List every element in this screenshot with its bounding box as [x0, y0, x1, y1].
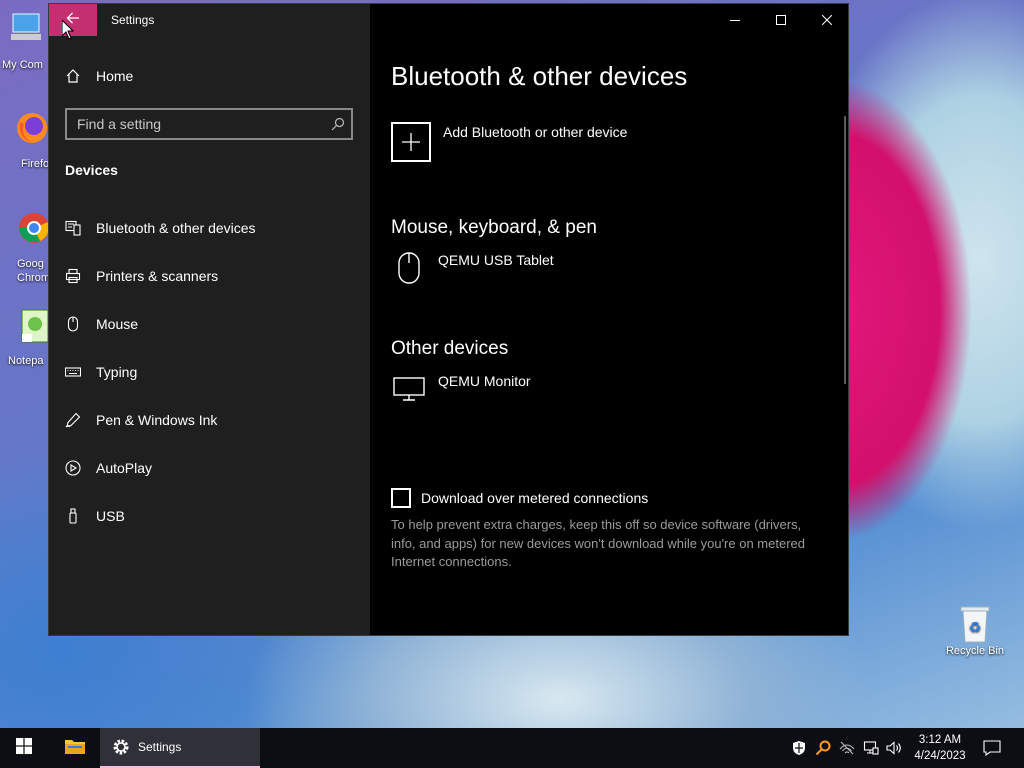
sidebar-item-label: AutoPlay	[96, 460, 153, 476]
sidebar-item-label: USB	[96, 508, 125, 524]
network-icon[interactable]	[862, 739, 880, 757]
recycle-bin-icon: ♻	[955, 602, 995, 643]
windows-logo-icon	[16, 737, 32, 759]
sidebar-home-label: Home	[96, 68, 134, 84]
section-title-other-devices: Other devices	[391, 338, 509, 359]
chrome-icon	[10, 208, 50, 248]
action-center-icon[interactable]	[982, 739, 1002, 757]
metered-checkbox-label: Download over metered connections	[421, 490, 649, 506]
desktop-icon-label: Recycle Bin	[945, 645, 1005, 657]
pen-icon	[65, 412, 81, 428]
mouse-icon	[65, 316, 81, 332]
add-device-button[interactable]: Add Bluetooth or other device	[391, 122, 627, 162]
bluetooth-devices-icon	[65, 220, 81, 236]
sidebar-item-usb[interactable]: USB	[65, 508, 125, 524]
printer-icon	[65, 268, 81, 284]
sidebar-item-printers[interactable]: Printers & scanners	[65, 268, 218, 284]
usb-icon	[65, 508, 81, 524]
taskbar-settings-label: Settings	[138, 740, 182, 754]
sidebar-item-pen[interactable]: Pen & Windows Ink	[65, 412, 217, 428]
search-icon[interactable]	[325, 117, 351, 131]
sidebar-item-home[interactable]: Home	[65, 68, 133, 84]
add-device-label: Add Bluetooth or other device	[443, 124, 628, 140]
taskbar-clock[interactable]: 3:12 AM 4/24/2023	[908, 732, 972, 764]
scrollbar[interactable]	[844, 116, 846, 384]
device-name: QEMU USB Tablet	[438, 252, 554, 268]
firefox-icon	[10, 108, 50, 148]
notepad-icon	[10, 306, 50, 346]
desktop-icon-label: Goog Chrom	[17, 258, 51, 284]
home-icon	[65, 68, 81, 84]
desktop-icon-label: Firefo	[21, 158, 50, 170]
device-name: QEMU Monitor	[438, 373, 531, 389]
sidebar-item-label: Printers & scanners	[96, 268, 219, 284]
metered-checkbox[interactable]	[391, 488, 411, 508]
metered-connection-option[interactable]: Download over metered connections	[391, 488, 648, 508]
sidebar-item-mouse[interactable]: Mouse	[65, 316, 138, 332]
window-title: Settings	[111, 13, 155, 27]
security-shield-icon[interactable]	[790, 739, 808, 757]
sidebar-item-label: Pen & Windows Ink	[96, 412, 218, 428]
device-item-qemu-monitor[interactable]: QEMU Monitor	[391, 372, 531, 408]
sidebar-item-label: Mouse	[96, 316, 139, 332]
start-button[interactable]	[0, 728, 48, 768]
section-title-mouse-keyboard: Mouse, keyboard, & pen	[391, 217, 597, 238]
search-box	[65, 108, 353, 140]
gear-icon	[112, 738, 130, 756]
metered-help-text: To help prevent extra charges, keep this…	[391, 517, 805, 569]
keyboard-icon	[65, 364, 81, 380]
mouse-icon	[391, 251, 427, 287]
sidebar-item-label: Bluetooth & other devices	[96, 220, 256, 236]
device-item-qemu-usb-tablet[interactable]: QEMU USB Tablet	[391, 251, 554, 287]
sidebar-item-bluetooth[interactable]: Bluetooth & other devices	[65, 220, 256, 236]
settings-window: Home Devices Bluetooth & other devices P…	[48, 3, 849, 636]
taskbar: Settings 3:12 AM 4/24/2023	[0, 728, 1024, 768]
clock-time: 3:12 AM	[918, 734, 962, 746]
sidebar-item-autoplay[interactable]: AutoPlay	[65, 460, 152, 476]
sidebar: Home Devices Bluetooth & other devices P…	[49, 4, 370, 635]
computer-icon	[5, 8, 45, 48]
search-input[interactable]	[67, 116, 325, 132]
sidebar-item-label: Typing	[96, 364, 138, 380]
autoplay-icon	[65, 460, 81, 476]
svg-text:♻: ♻	[969, 619, 982, 635]
network-disconnected-icon[interactable]	[838, 739, 856, 757]
sidebar-item-typing[interactable]: Typing	[65, 364, 137, 380]
search-orange-icon[interactable]	[814, 739, 832, 757]
mouse-cursor-icon	[61, 18, 75, 45]
taskbar-settings[interactable]: Settings	[100, 728, 260, 768]
main-content: Bluetooth & other devices Add Bluetooth …	[391, 4, 831, 635]
folder-icon	[64, 737, 86, 760]
volume-icon[interactable]	[885, 739, 903, 757]
taskbar-file-explorer[interactable]	[52, 728, 98, 768]
desktop-icon-label: Notepa	[8, 355, 44, 367]
desktop-icon-recycle-bin[interactable]: ♻ Recycle Bin	[940, 602, 1010, 657]
page-title: Bluetooth & other devices	[391, 61, 688, 91]
clock-date: 4/24/2023	[914, 750, 966, 762]
sidebar-group-title: Devices	[65, 162, 118, 178]
plus-icon	[391, 122, 431, 162]
monitor-icon	[391, 372, 427, 408]
